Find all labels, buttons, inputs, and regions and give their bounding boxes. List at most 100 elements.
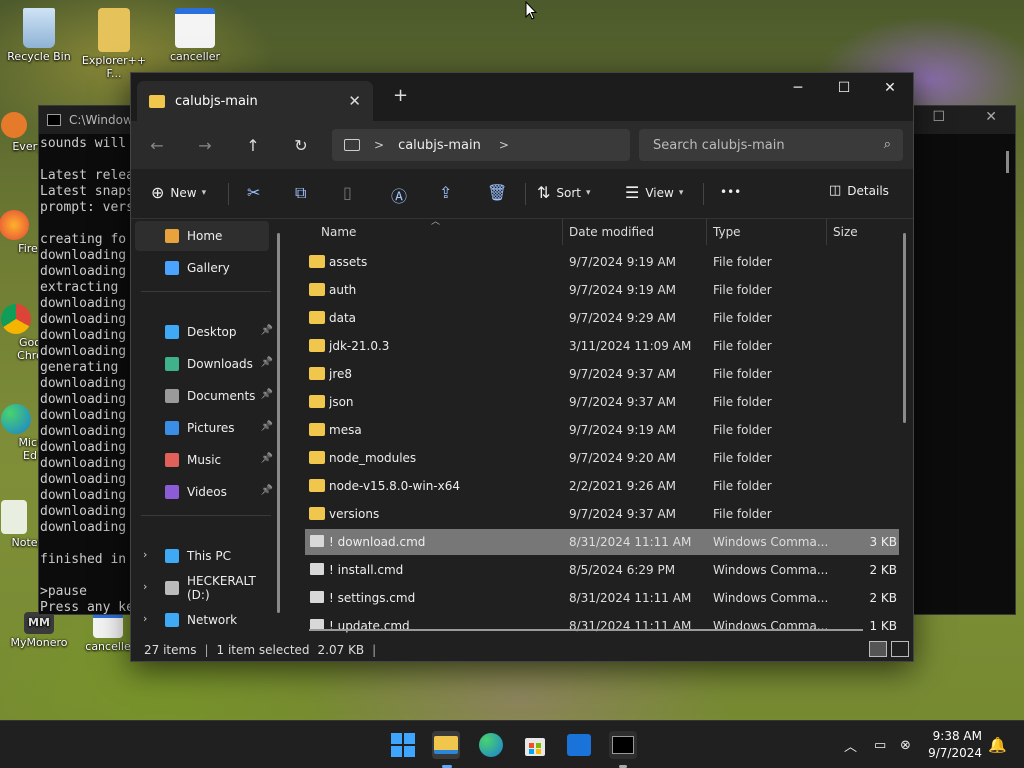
chevron-right-icon[interactable]: › xyxy=(143,580,147,593)
desktop-icon-mymonero[interactable]: MM MyMonero xyxy=(1,612,77,649)
close-button[interactable]: ✕ xyxy=(867,73,913,103)
desktop-icon-recycle-bin[interactable]: Recycle Bin xyxy=(1,8,77,63)
table-row[interactable]: assets 9/7/2024 9:19 AM File folder xyxy=(305,249,899,275)
sidebar-item-home[interactable]: Home xyxy=(135,221,269,251)
explorer-titlebar[interactable]: calubjs-main ✕ + ─ ☐ ✕ xyxy=(131,73,913,121)
file-list-vertical-scrollbar[interactable] xyxy=(903,233,906,423)
mouse-cursor-icon xyxy=(525,0,538,24)
paste-button[interactable]: ▯ xyxy=(343,183,358,202)
desktop-icon xyxy=(165,325,179,339)
refresh-button[interactable]: ↻ xyxy=(285,129,317,161)
share-button[interactable]: ⇪ xyxy=(439,183,458,202)
back-button[interactable]: ← xyxy=(141,129,173,161)
sidebar-item-documents[interactable]: Documents 📌 xyxy=(135,381,273,411)
taskbar-store[interactable] xyxy=(521,731,549,759)
arrow-right-icon: → xyxy=(198,135,212,155)
close-icon[interactable]: ✕ xyxy=(985,109,997,125)
up-button[interactable]: ↑ xyxy=(237,129,269,161)
details-view-button[interactable] xyxy=(869,641,887,657)
column-divider[interactable] xyxy=(706,219,707,245)
column-header-size[interactable]: Size xyxy=(833,219,858,245)
file-explorer-window[interactable]: calubjs-main ✕ + ─ ☐ ✕ ← → ↑ ↻ > calubjs… xyxy=(130,72,914,662)
desktop-icon-canceller[interactable]: canceller xyxy=(157,8,233,63)
sidebar-item-videos[interactable]: Videos 📌 xyxy=(135,477,273,507)
rename-button[interactable]: Ⓐ xyxy=(391,183,413,207)
table-row[interactable]: node_modules 9/7/2024 9:20 AM File folder xyxy=(305,445,899,471)
table-row[interactable]: json 9/7/2024 9:37 AM File folder xyxy=(305,389,899,415)
chevron-right-icon[interactable]: › xyxy=(143,548,147,561)
sidebar-item-gallery[interactable]: Gallery xyxy=(135,253,269,283)
new-tab-button[interactable]: + xyxy=(393,85,408,106)
sort-button[interactable]: ⇅ Sort ▾ xyxy=(537,183,591,202)
breadcrumb-separator[interactable]: > xyxy=(499,138,509,152)
document-icon xyxy=(175,8,215,48)
navigation-bar: ← → ↑ ↻ > calubjs-main > Search calubjs-… xyxy=(131,121,913,169)
delete-button[interactable]: 🗑 xyxy=(487,183,513,202)
address-bar[interactable]: > calubjs-main > xyxy=(332,129,630,161)
nav-scrollbar[interactable] xyxy=(277,233,280,613)
sidebar-item-label: Pictures xyxy=(187,421,235,435)
table-row[interactable]: data 9/7/2024 9:29 AM File folder xyxy=(305,305,899,331)
pin-icon: 📌 xyxy=(260,485,273,496)
tab-calubjs-main[interactable]: calubjs-main ✕ xyxy=(137,81,373,121)
more-options-button[interactable]: ••• xyxy=(720,185,741,199)
network-tray[interactable]: ▭ xyxy=(874,721,886,768)
taskbar-outlook[interactable] xyxy=(565,731,593,759)
clock[interactable]: 9:38 AM 9/7/2024 xyxy=(928,728,982,762)
maximize-button[interactable]: ☐ xyxy=(821,73,867,103)
notifications-button[interactable]: 🔔 xyxy=(988,721,1007,768)
new-label: New xyxy=(170,185,197,200)
file-list-horizontal-scrollbar[interactable] xyxy=(309,629,863,631)
status-bar: 27 items | 1 item selected 2.07 KB | xyxy=(131,637,913,661)
table-row[interactable]: jre8 9/7/2024 9:37 AM File folder xyxy=(305,361,899,387)
desktop-icon-explorerpp[interactable]: Explorer++ F... xyxy=(76,8,152,80)
sidebar-item-downloads[interactable]: Downloads 📌 xyxy=(135,349,273,379)
taskbar-edge[interactable] xyxy=(477,731,505,759)
terminal-scrollbar[interactable] xyxy=(1006,151,1009,173)
table-row[interactable]: node-v15.8.0-win-x64 2/2/2021 9:26 AM File… xyxy=(305,473,899,499)
sidebar-item-heckeralt-d[interactable]: › HECKERALT (D:) xyxy=(135,573,269,603)
search-input[interactable]: Search calubjs-main ⌕ xyxy=(639,129,903,161)
sidebar-item-desktop[interactable]: Desktop 📌 xyxy=(135,317,273,347)
column-divider[interactable] xyxy=(826,219,827,245)
pin-icon: 📌 xyxy=(260,389,273,400)
maximize-icon[interactable]: ☐ xyxy=(932,109,945,125)
sidebar-item-this-pc[interactable]: › This PC xyxy=(135,541,269,571)
table-row[interactable]: mesa 9/7/2024 9:19 AM File folder xyxy=(305,417,899,443)
table-row[interactable]: ! install.cmd 8/5/2024 6:29 PM Windows Com… xyxy=(305,557,899,583)
column-header-date[interactable]: Date modified xyxy=(569,219,654,245)
new-button[interactable]: ⊕ New ▾ xyxy=(151,183,206,202)
column-header-name[interactable]: Name xyxy=(321,219,356,245)
show-hidden-icons-button[interactable]: ︿ xyxy=(844,721,857,768)
table-row[interactable]: ! settings.cmd 8/31/2024 11:11 AM Windows … xyxy=(305,585,899,611)
table-row[interactable]: ! download.cmd 8/31/2024 11:11 AM Windows … xyxy=(305,529,899,555)
taskbar-file-explorer[interactable] xyxy=(432,731,460,759)
details-button[interactable]: ◫ Details xyxy=(829,183,889,198)
minimize-button[interactable]: ─ xyxy=(775,73,821,103)
copy-button[interactable]: ⧉ xyxy=(295,183,312,203)
chevron-right-icon[interactable]: › xyxy=(143,612,147,625)
forward-button[interactable]: → xyxy=(189,129,221,161)
taskbar-terminal[interactable] xyxy=(609,731,637,759)
table-row[interactable]: versions 9/7/2024 9:37 AM File folder xyxy=(305,501,899,527)
start-button[interactable] xyxy=(389,731,417,759)
table-row[interactable]: auth 9/7/2024 9:19 AM File folder xyxy=(305,277,899,303)
view-button[interactable]: ☰ View ▾ xyxy=(625,183,683,202)
sidebar-item-music[interactable]: Music 📌 xyxy=(135,445,273,475)
sidebar-item-pictures[interactable]: Pictures 📌 xyxy=(135,413,273,443)
column-divider[interactable] xyxy=(562,219,563,245)
this-pc-icon xyxy=(165,549,179,563)
tab-close-icon[interactable]: ✕ xyxy=(348,92,361,110)
cell-type: Windows Comma... xyxy=(713,591,829,605)
column-header-type[interactable]: Type xyxy=(713,219,741,245)
file-list: Name ︿ Date modified Type Size assets 9/7… xyxy=(291,217,913,637)
cut-button[interactable]: ✂ xyxy=(247,183,266,202)
volume-tray[interactable]: ⊗ xyxy=(900,721,911,768)
status-selected-count: 1 item selected xyxy=(216,643,310,657)
tiles-view-button[interactable] xyxy=(891,641,909,657)
status-selected-size: 2.07 KB xyxy=(317,643,365,657)
cell-name: ! settings.cmd xyxy=(329,591,416,605)
breadcrumb-calubjs-main[interactable]: calubjs-main xyxy=(398,138,481,153)
table-row[interactable]: jdk-21.0.3 3/11/2024 11:09 AM File folder xyxy=(305,333,899,359)
sidebar-item-network[interactable]: › Network xyxy=(135,605,269,635)
